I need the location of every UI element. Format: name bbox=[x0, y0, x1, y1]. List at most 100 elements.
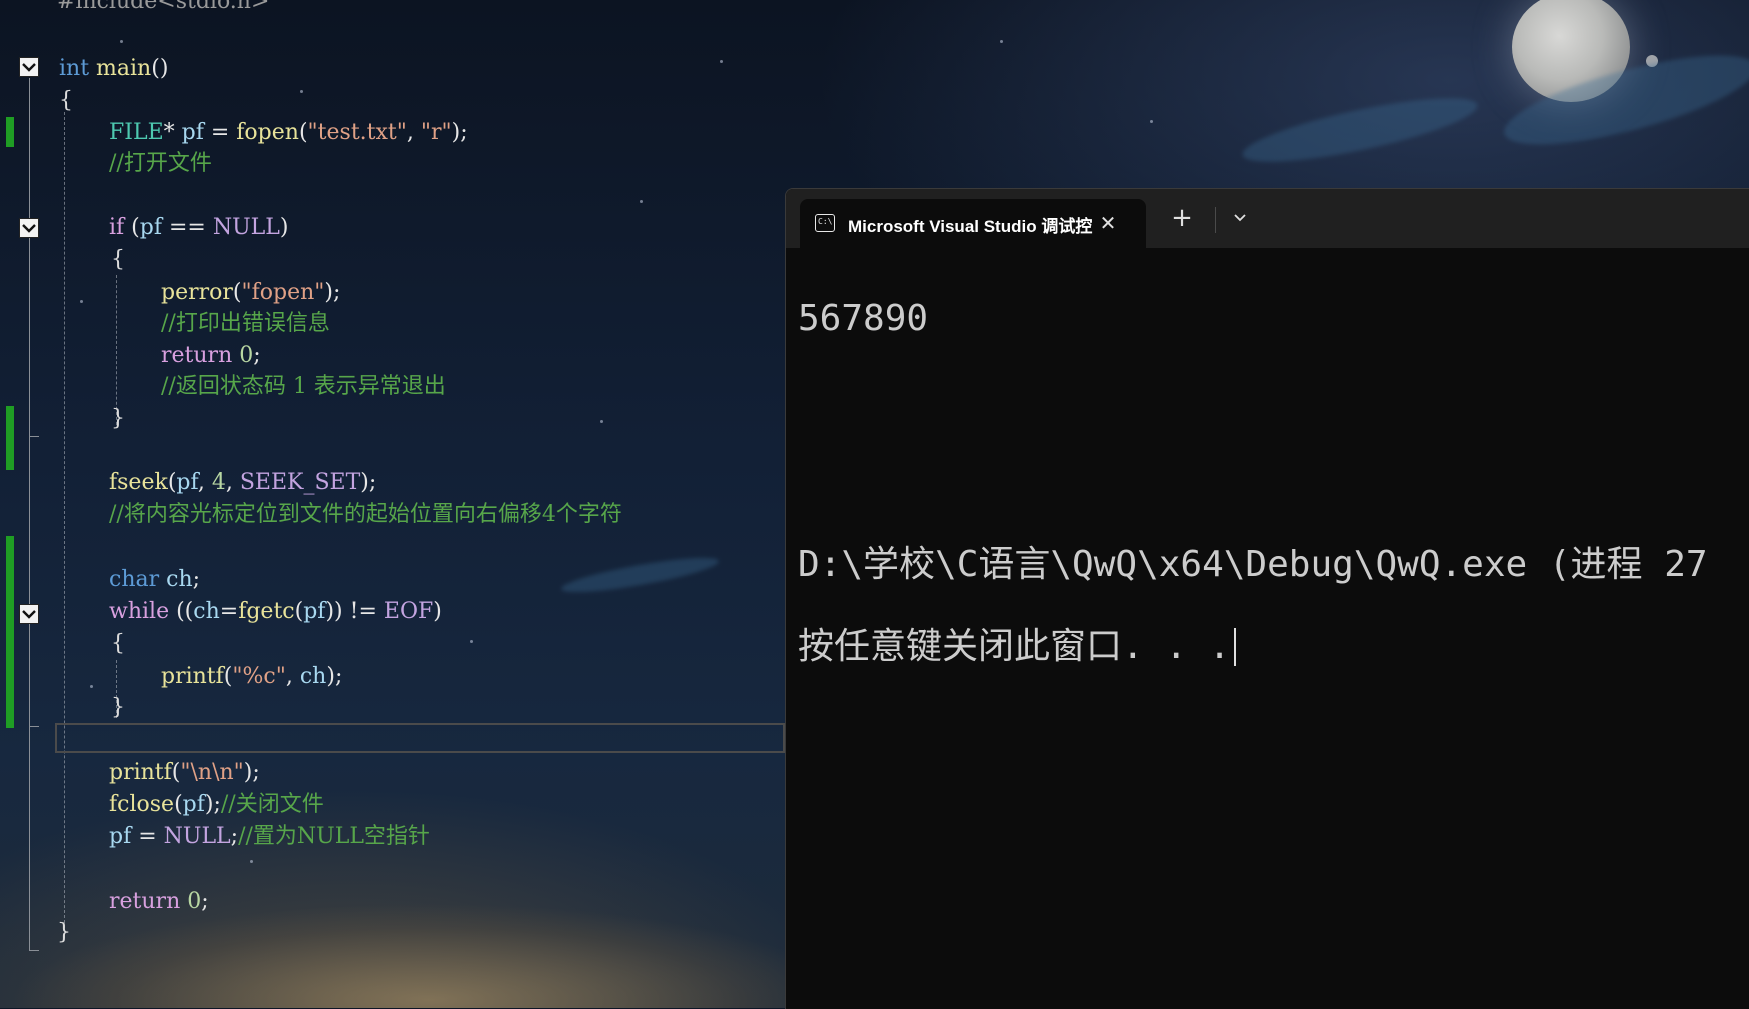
code-line-open-brace[interactable]: { bbox=[59, 85, 73, 117]
code-line-printf-newlines[interactable]: printf("\n\n"); bbox=[109, 757, 260, 789]
cloud-illustration bbox=[1238, 85, 1482, 175]
punctuation: (( bbox=[169, 599, 194, 624]
code-line-fopen[interactable]: FILE* pf = fopen("test.txt", "r"); bbox=[109, 117, 468, 149]
operator: = bbox=[203, 120, 237, 145]
punctuation: , bbox=[285, 664, 300, 689]
comment-print-error[interactable]: //打印出错误信息 bbox=[161, 308, 330, 340]
code-line-fclose[interactable]: fclose(pf);//关闭文件 bbox=[109, 789, 324, 821]
code-line-open-brace[interactable]: { bbox=[111, 244, 125, 276]
comment-seek[interactable]: //将内容光标定位到文件的起始位置向右偏移4个字符 bbox=[109, 499, 622, 531]
chevron-down-icon[interactable] bbox=[1227, 205, 1253, 231]
collapse-if-icon[interactable] bbox=[19, 218, 39, 238]
code-line-close-brace[interactable]: } bbox=[57, 917, 71, 949]
string-literal: "%c" bbox=[232, 664, 286, 689]
comment-close-file: //关闭文件 bbox=[220, 792, 324, 817]
code-line-if[interactable]: if (pf == NULL) bbox=[109, 212, 288, 244]
function-name: fopen bbox=[236, 120, 299, 145]
code-line-include: #include<stdio.h> bbox=[57, 0, 270, 14]
current-line-highlight bbox=[55, 723, 785, 753]
comment-return-status[interactable]: //返回状态码 1 表示异常退出 bbox=[161, 371, 446, 403]
star bbox=[720, 60, 723, 63]
punctuation: ); bbox=[204, 792, 221, 817]
star bbox=[120, 40, 123, 43]
star bbox=[600, 420, 603, 423]
output-line: D:\学校\C语言\QwQ\x64\Debug\QwQ.exe (进程 27 bbox=[798, 544, 1708, 585]
code-line-return[interactable]: return 0; bbox=[161, 340, 261, 372]
string-literal: "test.txt" bbox=[307, 120, 407, 145]
keyword: int bbox=[59, 56, 90, 81]
code-line-close-brace[interactable]: } bbox=[111, 403, 125, 435]
star bbox=[1150, 120, 1153, 123]
code-line-printf[interactable]: printf("%c", ch); bbox=[161, 661, 342, 693]
terminal-tab[interactable]: C:\ Microsoft Visual Studio 调试控 ✕ bbox=[800, 199, 1146, 248]
text-cursor bbox=[1234, 628, 1237, 666]
function-name: perror bbox=[161, 280, 233, 305]
code-line-fseek[interactable]: fseek(pf, 4, SEEK_SET); bbox=[109, 467, 376, 499]
variable: pf bbox=[182, 792, 205, 817]
terminal-window[interactable]: C:\ Microsoft Visual Studio 调试控 ✕ + 5678… bbox=[785, 188, 1749, 1009]
number-literal: 0 bbox=[232, 343, 254, 368]
code-line-perror[interactable]: perror("fopen"); bbox=[161, 277, 340, 309]
comment-open-file[interactable]: //打开文件 bbox=[109, 148, 212, 180]
variable: pf bbox=[109, 824, 132, 849]
punctuation: ) bbox=[279, 215, 289, 240]
punctuation: () bbox=[151, 56, 169, 81]
console-icon: C:\ bbox=[815, 214, 835, 232]
punctuation: , bbox=[197, 470, 212, 495]
variable: pf bbox=[181, 120, 204, 145]
code-line-close-brace[interactable]: } bbox=[111, 692, 125, 724]
keyword: return bbox=[161, 343, 233, 368]
punctuation: ); bbox=[324, 280, 341, 305]
punctuation: ); bbox=[451, 120, 468, 145]
code-line-pf-null[interactable]: pf = NULL;//置为NULL空指针 bbox=[109, 821, 430, 853]
code-line-return[interactable]: return 0; bbox=[109, 886, 209, 918]
code-line-char[interactable]: char ch; bbox=[109, 564, 200, 596]
keyword: if bbox=[109, 215, 125, 240]
terminal-titlebar[interactable]: C:\ Microsoft Visual Studio 调试控 ✕ + bbox=[786, 189, 1749, 248]
macro: NULL bbox=[212, 215, 280, 240]
code-line-main[interactable]: int main() bbox=[59, 53, 168, 85]
star bbox=[90, 685, 93, 688]
tab-divider bbox=[1215, 207, 1216, 233]
punctuation: ( bbox=[232, 280, 242, 305]
function-name: printf bbox=[109, 760, 172, 785]
string-literal: "r" bbox=[420, 120, 452, 145]
punctuation: ; bbox=[230, 824, 239, 849]
punctuation: ( bbox=[298, 120, 308, 145]
fold-guide-end bbox=[29, 950, 39, 951]
punctuation: ); bbox=[243, 760, 260, 785]
keyword: return bbox=[109, 889, 181, 914]
variable: pf bbox=[176, 470, 198, 495]
punctuation: , bbox=[406, 120, 421, 145]
punctuation: ( bbox=[124, 215, 140, 240]
comment-set-null: //置为NULL空指针 bbox=[238, 824, 430, 849]
collapse-main-icon[interactable] bbox=[19, 57, 39, 77]
punctuation: * bbox=[163, 120, 182, 145]
punctuation: ; bbox=[192, 567, 201, 592]
close-tab-icon[interactable]: ✕ bbox=[1096, 211, 1120, 235]
star bbox=[250, 860, 253, 863]
macro: NULL bbox=[163, 824, 231, 849]
macro: EOF bbox=[383, 599, 434, 624]
fold-guide-end bbox=[29, 436, 39, 437]
punctuation: , bbox=[225, 470, 240, 495]
punctuation: ( bbox=[294, 599, 304, 624]
fold-guide bbox=[29, 238, 30, 436]
operator: = bbox=[219, 599, 239, 624]
star bbox=[640, 200, 643, 203]
code-line-open-brace[interactable]: { bbox=[111, 628, 125, 660]
collapse-while-icon[interactable] bbox=[19, 604, 39, 624]
fold-guide-end bbox=[29, 726, 39, 727]
punctuation: ); bbox=[326, 664, 343, 689]
terminal-output[interactable]: 567890 D:\学校\C语言\QwQ\x64\Debug\QwQ.exe (… bbox=[798, 259, 1708, 707]
output-line-prompt: 按任意键关闭此窗口. . . bbox=[798, 625, 1708, 669]
keyword: while bbox=[109, 599, 170, 624]
console-icon-label: C:\ bbox=[818, 217, 833, 226]
output-prompt-text: 按任意键关闭此窗口. . . bbox=[798, 626, 1231, 667]
function-name: fseek bbox=[109, 470, 168, 495]
punctuation: ( bbox=[174, 792, 183, 817]
code-line-while[interactable]: while ((ch=fgetc(pf)) != EOF) bbox=[109, 596, 442, 628]
new-tab-icon[interactable]: + bbox=[1168, 205, 1196, 233]
indent-guide bbox=[64, 112, 65, 938]
